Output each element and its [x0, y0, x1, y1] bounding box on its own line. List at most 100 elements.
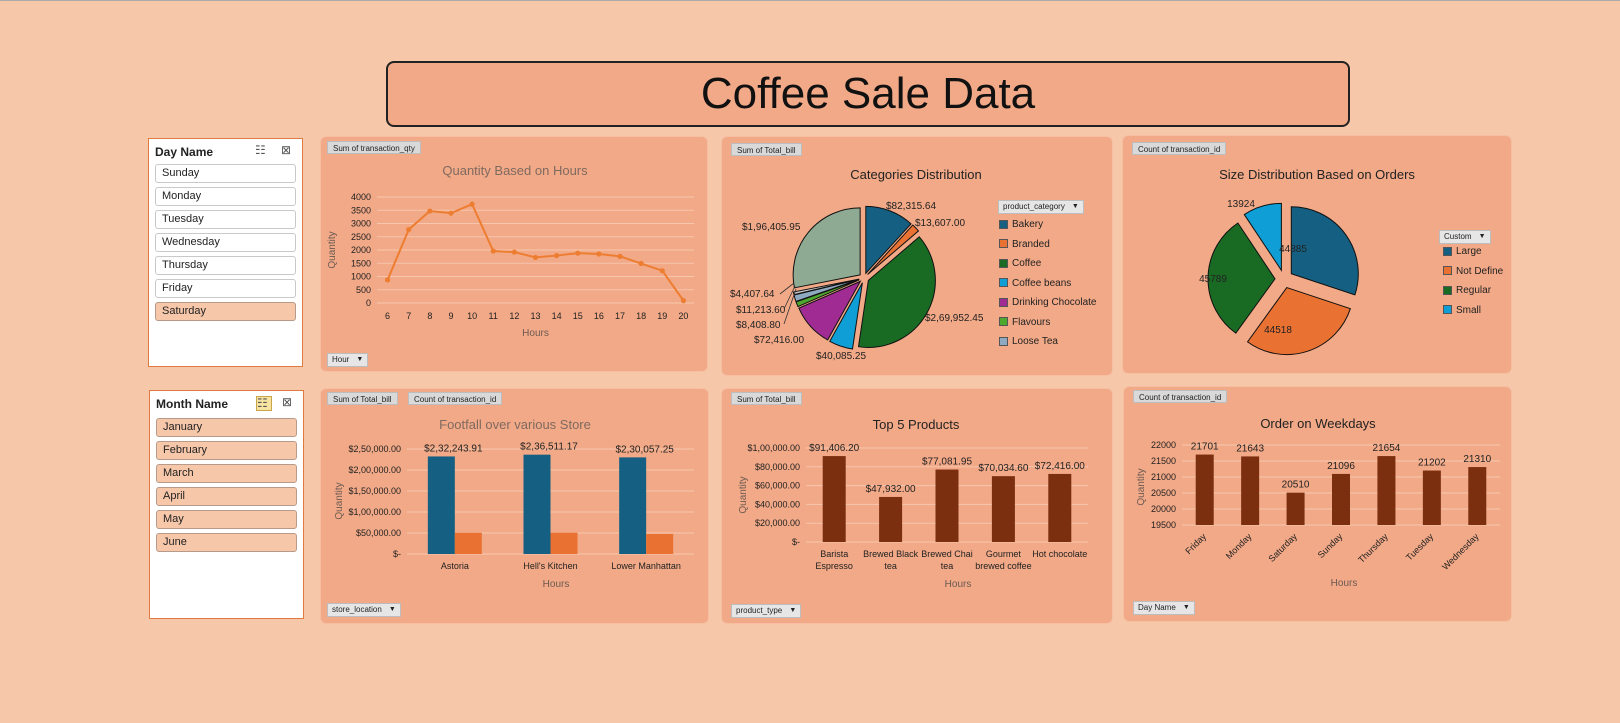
y-axis-label: Quantity [1136, 468, 1147, 505]
data-point [427, 208, 433, 214]
slicer-item-march[interactable]: March [156, 464, 297, 483]
y-axis-label: Quantity [738, 476, 749, 513]
y-tick-label: 20500 [1151, 488, 1176, 498]
y-tick-label: $1,50,000.00 [348, 486, 401, 496]
legend-label: Small [1456, 304, 1482, 316]
bar [427, 456, 455, 554]
legend-swatch [1443, 246, 1452, 256]
data-label: $77,081.95 [922, 457, 972, 468]
bar [879, 496, 903, 542]
legend-label: Loose Tea [1012, 336, 1058, 347]
slicer-item-february[interactable]: February [156, 441, 297, 460]
chart-title: Order on Weekdays [1260, 416, 1376, 431]
data-label: $91,406.20 [809, 443, 859, 454]
sizes-chart-panel: Count of transaction_id Size Distribution… [1122, 135, 1512, 374]
legend-swatch [999, 317, 1008, 327]
x-tick-label: Hot chocolate [1032, 549, 1087, 559]
slicer-item-april[interactable]: April [156, 487, 297, 506]
x-axis-label: Hours [543, 579, 570, 590]
x-tick-label: 20 [678, 311, 688, 321]
slicer-item-friday[interactable]: Friday [155, 279, 296, 298]
legend-label: Not Define [1456, 265, 1504, 277]
chart-title: Footfall over various Store [439, 417, 591, 432]
x-tick-label: Friday [1183, 531, 1208, 556]
data-label: $8,408.80 [736, 320, 781, 331]
y-tick-label: $20,000.00 [755, 518, 800, 528]
dropdown-label: Custom [1444, 232, 1472, 241]
data-point [532, 254, 539, 261]
data-label: 21202 [1418, 458, 1446, 469]
data-label: $2,69,952.45 [925, 313, 984, 324]
data-label: 45789 [1199, 274, 1227, 285]
y-tick-label: 4000 [351, 192, 371, 202]
slicer-item-saturday[interactable]: Saturday [155, 302, 296, 321]
y-tick-label: 1500 [351, 258, 371, 268]
legend-label: Coffee beans [1012, 277, 1072, 289]
y-tick-label: $2,00,000.00 [348, 465, 401, 475]
legend-label: Drinking Chocolate [1012, 297, 1097, 308]
x-tick-label: 10 [467, 311, 477, 321]
legend-label: Branded [1012, 238, 1050, 250]
legend-label: Bakery [1012, 219, 1044, 230]
slicer-item-january[interactable]: January [156, 418, 297, 437]
dashboard-title-text: Coffee Sale Data [700, 69, 1036, 118]
legend-item-drinking-chocolate: Drinking Chocolate [999, 297, 1097, 308]
data-point [511, 249, 517, 255]
month-name-slicer[interactable]: Month Name ☷ ⊠ January February March April… [149, 390, 304, 619]
y-tick-label: $50,000.00 [356, 528, 401, 538]
y-tick-label: 0 [366, 298, 371, 308]
bar [454, 532, 482, 554]
legend-swatch [999, 336, 1008, 346]
y-tick-label: $1,00,000.00 [348, 507, 401, 517]
data-label: $2,30,057.25 [615, 444, 674, 455]
bar [1048, 473, 1072, 542]
x-tick-label: 16 [594, 311, 604, 321]
chart-title: Quantity Based on Hours [442, 163, 588, 178]
bar [1332, 473, 1350, 525]
x-tick-label: Tuesday [1404, 531, 1436, 563]
x-tick-label: Sunday [1316, 531, 1345, 560]
y-tick-label: $1,00,000.00 [747, 443, 800, 453]
slicer-item-monday[interactable]: Monday [155, 187, 296, 206]
x-tick-label: 11 [489, 311, 498, 321]
legend-swatch [999, 278, 1008, 288]
clear-filter-icon[interactable]: ⊠ [281, 143, 295, 157]
data-label: 44885 [1279, 244, 1307, 255]
slicer-item-tuesday[interactable]: Tuesday [155, 210, 296, 229]
y-tick-label: 2000 [351, 245, 371, 255]
data-label: $82,315.64 [886, 201, 936, 212]
bar [1422, 470, 1441, 525]
data-label: $70,034.60 [978, 463, 1028, 474]
y-tick-label: $80,000.00 [755, 462, 800, 472]
multi-select-icon[interactable]: ☷ [255, 144, 269, 157]
slicer-item-june[interactable]: June [156, 533, 297, 552]
clear-filter-icon[interactable]: ⊠ [282, 395, 296, 409]
slicer-item-may[interactable]: May [156, 510, 297, 529]
data-point [596, 251, 602, 257]
x-tick-label: 14 [552, 311, 562, 321]
legend-filter-custom[interactable]: Custom ▼ [1439, 230, 1491, 244]
day-name-slicer[interactable]: Day Name ☷ ⊠ Sunday Monday Tuesday Wednesda… [148, 138, 303, 367]
legend-item-not-define: Not Define [1443, 266, 1503, 277]
data-point [617, 253, 623, 259]
legend-filter-product-category[interactable]: product_category ▼ [998, 200, 1084, 214]
x-tick-label: Brewed Black [863, 549, 919, 559]
slicer-item-thursday[interactable]: Thursday [155, 256, 296, 275]
y-tick-label: $- [393, 549, 401, 559]
data-label: 21310 [1463, 454, 1491, 465]
bar [646, 533, 674, 554]
chart-title: Size Distribution Based on Orders [1219, 167, 1415, 182]
slicer-item-sunday[interactable]: Sunday [155, 164, 296, 183]
month-slicer-title: Month Name [156, 397, 228, 411]
legend-item-bakery: Bakery [999, 219, 1043, 230]
data-point [659, 268, 665, 274]
leader-line [783, 288, 797, 325]
bar [619, 457, 647, 554]
multi-select-icon[interactable]: ☷ [256, 396, 272, 411]
bar [1468, 467, 1487, 525]
data-label: $2,36,511.17 [520, 442, 578, 453]
slicer-item-wednesday[interactable]: Wednesday [155, 233, 296, 252]
x-axis-label: Hours [522, 328, 549, 339]
y-tick-label: $2,50,000.00 [348, 444, 401, 454]
data-label: $2,32,243.91 [424, 443, 483, 454]
